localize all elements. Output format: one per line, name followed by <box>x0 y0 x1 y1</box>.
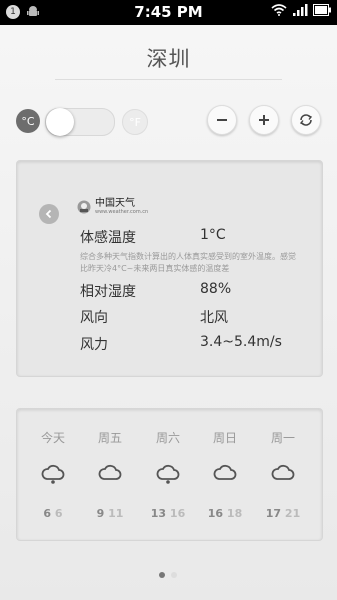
refresh-button[interactable] <box>291 105 321 135</box>
temp-low: 17 <box>265 507 282 520</box>
status-bar: 1 7:45 PM <box>0 0 337 25</box>
fahrenheit-label[interactable]: °F <box>122 109 148 135</box>
day-temps: 9 11 <box>85 507 135 520</box>
temp-low: 16 <box>207 507 224 520</box>
title-divider <box>55 79 282 80</box>
humidity-value: 88% <box>200 281 232 297</box>
forecast-panel: 今天 6 6 周五 9 11 周六 13 16 周日 16 18 周一 17 2… <box>16 408 323 541</box>
day-temps: 13 16 <box>143 507 193 520</box>
minus-icon <box>217 119 227 121</box>
signal-icon <box>293 4 308 16</box>
temp-low: 13 <box>150 507 167 520</box>
source-name: 中国天气 <box>95 198 135 209</box>
day-name: 周日 <box>212 431 237 445</box>
feels-like-label: 体感温度 <box>80 230 136 246</box>
temp-high: 16 <box>169 507 186 520</box>
cloud-rain-icon <box>41 464 65 484</box>
day-name: 今天 <box>40 431 65 445</box>
unit-toggle[interactable] <box>45 108 115 136</box>
details-panel: 中国天气 www.weather.com.cn 体感温度 1°C 综合多种天气指… <box>16 160 323 377</box>
page-indicator <box>159 572 177 578</box>
wifi-icon <box>271 4 287 16</box>
page-dot[interactable] <box>171 572 177 578</box>
day-name: 周一 <box>270 431 295 445</box>
cloud-icon <box>98 464 122 480</box>
zoom-in-button[interactable] <box>249 105 279 135</box>
chevron-left-icon <box>45 209 52 219</box>
day-name: 周六 <box>155 431 180 445</box>
wind-direction-value: 北风 <box>200 310 228 326</box>
city-title: 深圳 <box>146 47 191 71</box>
temp-high: 18 <box>226 507 243 520</box>
weather-page: 深圳 °C °F 中国天气 www.weather.com.cn 体感温度 1°… <box>0 25 337 600</box>
cloud-icon <box>271 464 295 480</box>
cloud-rain-icon <box>156 464 180 484</box>
day-temps: 17 21 <box>258 507 308 520</box>
feels-like-description: 综合多种天气指数计算出的人体真实感受到的室外温度。感觉比昨天冷4°C~未来两日真… <box>80 252 296 273</box>
feels-like-value: 1°C <box>200 227 226 243</box>
cloud-icon <box>213 464 237 480</box>
day-name: 周五 <box>97 431 122 445</box>
zoom-out-button[interactable] <box>207 105 237 135</box>
humidity-label: 相对湿度 <box>80 284 136 300</box>
battery-icon <box>313 4 331 16</box>
day-temps: 16 18 <box>200 507 250 520</box>
refresh-icon <box>299 114 313 126</box>
toggle-knob[interactable] <box>46 108 74 136</box>
celsius-label[interactable]: °C <box>16 109 40 133</box>
temp-high: 11 <box>108 507 124 520</box>
wind-direction-label: 风向 <box>80 310 108 326</box>
plus-icon <box>259 115 269 125</box>
page-dot-active[interactable] <box>159 572 165 578</box>
temp-high: 6 <box>54 507 63 520</box>
temp-high: 21 <box>284 507 301 520</box>
back-button[interactable] <box>39 204 59 224</box>
wind-speed-value: 3.4~5.4m/s <box>200 334 282 350</box>
wind-speed-label: 风力 <box>80 337 108 353</box>
weather-china-logo-icon <box>77 200 91 214</box>
temp-low: 6 <box>43 507 52 520</box>
source-logo: 中国天气 www.weather.com.cn <box>77 199 148 215</box>
day-temps: 6 6 <box>28 507 78 520</box>
temp-low: 9 <box>96 507 105 520</box>
source-url: www.weather.com.cn <box>95 209 149 215</box>
